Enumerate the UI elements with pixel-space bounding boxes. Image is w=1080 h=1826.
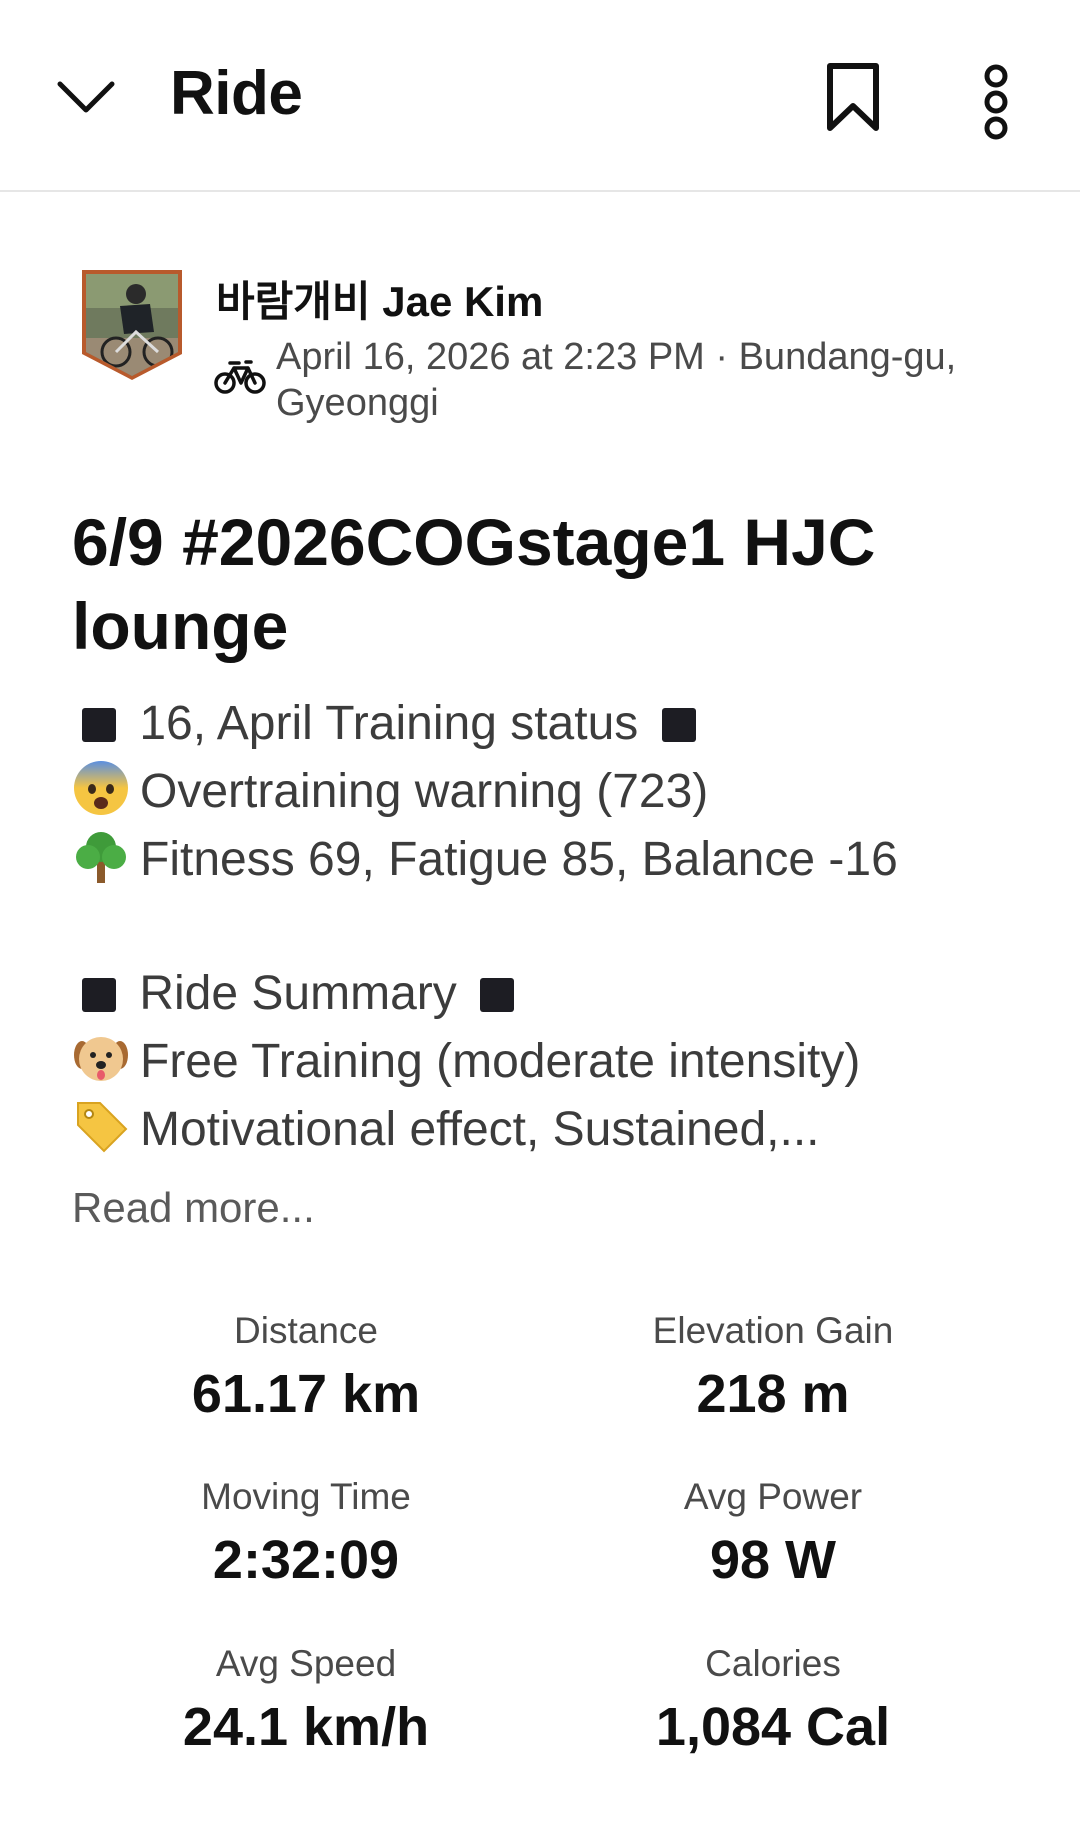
stat-distance: Distance 61.17 km	[191, 1310, 421, 1424]
back-button[interactable]	[50, 62, 122, 134]
description-line: Fitness 69, Fatigue 85, Balance -16	[72, 826, 1032, 894]
stat-moving-time: Moving Time 2:32:09	[201, 1476, 411, 1590]
bookmark-icon	[827, 63, 879, 131]
stat-elevation-gain: Elevation Gain 218 m	[652, 1310, 894, 1424]
chevron-down-icon	[57, 81, 115, 113]
stat-avg-power: Avg Power 98 W	[683, 1476, 863, 1590]
description-line: 16, April Training status	[72, 690, 1032, 758]
read-more-link[interactable]: Read more...	[72, 1184, 315, 1232]
more-options-button[interactable]	[966, 52, 1026, 152]
description-line: Motivational effect, Sustained,...	[72, 1096, 1032, 1164]
black-square-icon	[82, 978, 116, 1012]
athlete-name[interactable]: 바람개비 Jae Kim	[216, 268, 543, 329]
bicycle-icon	[214, 356, 266, 396]
stat-calories: Calories 1,084 Cal	[655, 1643, 891, 1757]
activity-title: 6/9 #2026COGstage1 HJC lounge	[72, 505, 876, 663]
black-square-icon	[82, 708, 116, 742]
activity-description: 16, April Training status Overtraining w…	[72, 690, 1032, 1164]
black-square-icon	[480, 978, 515, 1012]
description-line: Free Training (moderate intensity)	[72, 1028, 1032, 1096]
description-line: Overtraining warning (723)	[72, 758, 1032, 826]
bookmark-button[interactable]	[818, 58, 888, 138]
athlete-avatar[interactable]	[80, 268, 184, 380]
top-app-bar: Ride	[0, 0, 1080, 192]
more-vertical-icon	[984, 64, 1008, 140]
description-line: Ride Summary	[72, 960, 1032, 1028]
activity-meta: April 16, 2026 at 2:23 PM · Bundang-gu, …	[276, 336, 957, 424]
tag-icon	[77, 1102, 128, 1153]
page-title: Ride	[170, 59, 303, 128]
stat-avg-speed: Avg Speed 24.1 km/h	[182, 1643, 430, 1757]
tree-icon	[76, 832, 126, 883]
fearful-face-icon	[74, 761, 128, 815]
dog-face-icon	[74, 1037, 128, 1081]
black-square-icon	[661, 708, 696, 742]
